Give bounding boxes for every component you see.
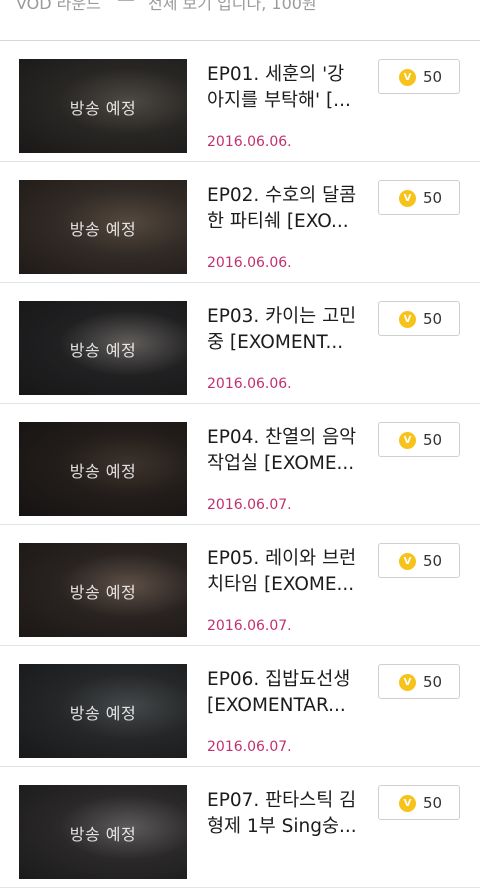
episode-date: 2016.06.07. [207,497,292,513]
coin-icon: V [399,311,416,328]
upcoming-broadcast-label: 방송 예정 [69,99,137,118]
episode-title-line-1: EP02. 수호의 달콤 [207,185,357,206]
top-header: VOD 라운드 전체 보기 입니다, 100원 [0,0,480,41]
header-right-text: 전체 보기 입니다, 100원 [148,0,317,13]
episode-title-line-1: EP06. 집밥됴선생 [207,669,351,690]
upcoming-broadcast-label: 방송 예정 [69,341,137,360]
episode-thumbnail[interactable]: 방송 예정 [19,301,187,395]
episode-date: 2016.06.07. [207,739,292,755]
episode-title-line-2: 작업실 [EXOME... [207,453,355,474]
purchase-button[interactable]: V 50 [378,59,460,94]
episode-title-line-2: 중 [EXOMENT... [207,332,344,353]
episode-title[interactable]: EP01. 세훈의 '강아지를 부탁해' [... [207,62,367,114]
episode-title[interactable]: EP05. 레이와 브런치타임 [EXOME... [207,546,367,598]
episode-title[interactable]: EP07. 판타스틱 김형제 1부 Sing숭... [207,788,367,840]
coin-icon: V [399,432,416,449]
price-amount: 50 [423,431,443,449]
header-left-text: VOD 라운드 [16,0,101,13]
episode-title-line-1: EP04. 찬열의 음악 [207,427,357,448]
episode-title-line-2: 아지를 부탁해' [... [207,90,351,111]
episode-row[interactable]: 방송 예정 EP07. 판타스틱 김형제 1부 Sing숭... V 50 [0,767,480,888]
episode-title-line-2: 한 파티쉐 [EXO... [207,211,349,232]
purchase-button[interactable]: V 50 [378,543,460,578]
coin-icon: V [399,674,416,691]
episode-title-line-2: 형제 1부 Sing숭... [207,816,357,837]
price-amount: 50 [423,189,443,207]
price-amount: 50 [423,552,443,570]
episode-row[interactable]: 방송 예정 EP03. 카이는 고민중 [EXOMENT... 2016.06.06… [0,283,480,404]
price-amount: 50 [423,794,443,812]
episode-title[interactable]: EP04. 찬열의 음악작업실 [EXOME... [207,425,367,477]
episode-title-line-1: EP01. 세훈의 '강 [207,64,345,85]
upcoming-broadcast-label: 방송 예정 [69,825,137,844]
episode-date: 2016.06.07. [207,618,292,634]
episode-title-line-1: EP05. 레이와 브런 [207,548,357,569]
price-amount: 50 [423,310,443,328]
coin-icon: V [399,69,416,86]
episode-title[interactable]: EP06. 집밥됴선생 [EXOMENTAR... [207,667,367,719]
episode-date: 2016.06.06. [207,134,292,150]
episode-title-line-2: 치타임 [EXOME... [207,574,355,595]
episode-row[interactable]: 방송 예정 EP05. 레이와 브런치타임 [EXOME... 2016.06.07… [0,525,480,646]
purchase-button[interactable]: V 50 [378,301,460,336]
episode-list: 방송 예정 EP01. 세훈의 '강아지를 부탁해' [... 2016.06.06… [0,41,480,888]
episode-thumbnail[interactable]: 방송 예정 [19,543,187,637]
episode-date: 2016.06.06. [207,255,292,271]
episode-row[interactable]: 방송 예정 EP02. 수호의 달콤한 파티쉐 [EXO... 2016.06.06… [0,162,480,283]
episode-date: 2016.06.06. [207,376,292,392]
purchase-button[interactable]: V 50 [378,422,460,457]
episode-title-line-1: EP07. 판타스틱 김 [207,790,357,811]
episode-thumbnail[interactable]: 방송 예정 [19,59,187,153]
purchase-button[interactable]: V 50 [378,664,460,699]
episode-thumbnail[interactable]: 방송 예정 [19,422,187,516]
coin-icon: V [399,553,416,570]
price-amount: 50 [423,673,443,691]
episode-title-line-1: EP03. 카이는 고민 [207,306,357,327]
episode-title-line-2: [EXOMENTAR... [207,695,346,716]
purchase-button[interactable]: V 50 [378,785,460,820]
upcoming-broadcast-label: 방송 예정 [69,583,137,602]
upcoming-broadcast-label: 방송 예정 [69,220,137,239]
episode-thumbnail[interactable]: 방송 예정 [19,785,187,879]
upcoming-broadcast-label: 방송 예정 [69,704,137,723]
episode-row[interactable]: 방송 예정 EP04. 찬열의 음악작업실 [EXOME... 2016.06.07… [0,404,480,525]
episode-title[interactable]: EP03. 카이는 고민중 [EXOMENT... [207,304,367,356]
episode-title[interactable]: EP02. 수호의 달콤한 파티쉐 [EXO... [207,183,367,235]
purchase-button[interactable]: V 50 [378,180,460,215]
episode-thumbnail[interactable]: 방송 예정 [19,180,187,274]
coin-icon: V [399,190,416,207]
episode-row[interactable]: 방송 예정 EP06. 집밥됴선생 [EXOMENTAR... 2016.06.07.… [0,646,480,767]
upcoming-broadcast-label: 방송 예정 [69,462,137,481]
header-divider [118,0,134,1]
price-amount: 50 [423,68,443,86]
coin-icon: V [399,795,416,812]
episode-row[interactable]: 방송 예정 EP01. 세훈의 '강아지를 부탁해' [... 2016.06.06… [0,41,480,162]
episode-thumbnail[interactable]: 방송 예정 [19,664,187,758]
